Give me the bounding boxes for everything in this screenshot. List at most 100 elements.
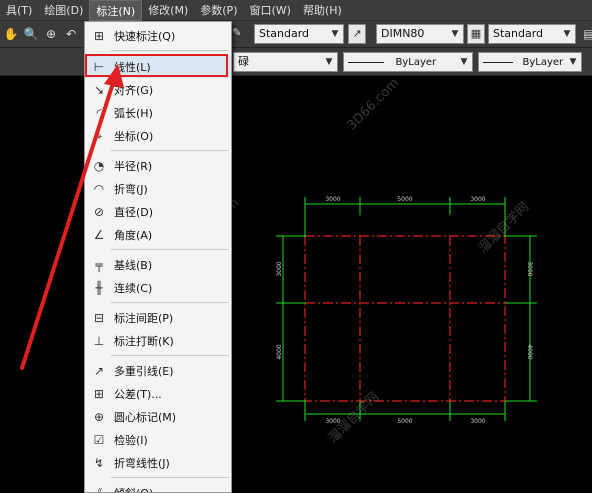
text-style-value: Standard — [259, 27, 310, 40]
menu-separator — [111, 50, 229, 51]
menu-help[interactable]: 帮助(H) — [297, 0, 348, 21]
table-style-select[interactable]: Standard ▼ — [488, 24, 576, 44]
chevron-down-icon: ▼ — [460, 57, 468, 67]
dimension-dropdown-menu: ⊞ 快速标注(Q) ⊢ 线性(L) ↘ 对齐(G) ◜ 弧长(H) ⌖ 坐标(O… — [84, 21, 232, 493]
inspection-icon: ☑ — [93, 433, 105, 447]
menu-item-oblique[interactable]: ⫽ 倾斜(Q) — [85, 482, 231, 493]
chevron-down-icon: ▼ — [325, 57, 333, 67]
menu-item-diameter[interactable]: ⊘ 直径(D) — [85, 201, 231, 223]
menu-item-label: 标注打断(K) — [114, 335, 174, 348]
aligned-dimension-icon: ↘ — [93, 83, 105, 97]
dim-text-bottom-2: 5000 — [397, 418, 412, 425]
menu-separator — [111, 150, 229, 151]
menu-bar: 具(T) 绘图(D) 标注(N) 修改(M) 参数(P) 窗口(W) 帮助(H) — [0, 0, 592, 21]
menu-item-inspection[interactable]: ☑ 检验(I) — [85, 429, 231, 451]
zoom-realtime-icon[interactable]: 🔍 — [22, 25, 40, 43]
linetype-sample — [348, 61, 384, 63]
dim-text-right-1: 3000 — [526, 261, 533, 276]
menu-item-multileader[interactable]: ↗ 多重引线(E) — [85, 360, 231, 382]
continue-icon: ╫ — [95, 281, 103, 295]
menu-item-label: 连续(C) — [114, 282, 153, 295]
dim-text-top-1: 3000 — [325, 196, 340, 203]
menu-item-baseline[interactable]: ╤ 基线(B) — [85, 254, 231, 276]
dim-style-icon[interactable]: ↗ — [348, 24, 366, 44]
menu-item-label: 对齐(G) — [114, 84, 154, 97]
menu-item-aligned[interactable]: ↘ 对齐(G) — [85, 79, 231, 101]
jogged-linear-icon: ↯ — [93, 456, 105, 470]
menu-item-label: 倾斜(Q) — [114, 485, 153, 492]
lineweight-sample — [483, 61, 513, 63]
oblique-icon: ⫽ — [96, 485, 102, 493]
axis-grid — [304, 235, 506, 402]
menu-separator — [111, 355, 229, 356]
pan-icon[interactable]: ✋ — [2, 25, 20, 43]
linetype-value: ByLayer — [395, 57, 437, 68]
menu-modify[interactable]: 修改(M) — [142, 0, 194, 21]
radius-icon: ◔ — [93, 159, 105, 173]
menu-item-jogged-linear[interactable]: ↯ 折弯线性(J) — [85, 452, 231, 474]
menu-dimension[interactable]: 标注(N) — [89, 0, 143, 21]
chevron-down-icon: ▼ — [569, 57, 577, 67]
menu-window[interactable]: 窗口(W) — [243, 0, 296, 21]
dim-text-right-2: 4000 — [526, 344, 533, 359]
quick-dimension-icon: ⊞ — [93, 29, 105, 43]
text-style-icon[interactable]: ✎ — [232, 24, 242, 44]
menu-item-label: 公差(T)... — [114, 388, 162, 401]
dim-style-select[interactable]: DIMN80 ▼ — [376, 24, 464, 44]
menu-item-label: 坐标(O) — [114, 130, 154, 143]
chevron-down-icon: ▼ — [451, 29, 459, 39]
grid-outline — [304, 235, 506, 402]
dim-text-top-3: 3000 — [470, 196, 485, 203]
menu-parametric[interactable]: 参数(P) — [194, 0, 243, 21]
menu-item-label: 直径(D) — [114, 206, 154, 219]
layer-select[interactable]: 碌 ▼ — [233, 52, 338, 72]
view-tools: ✋ 🔍 ⊕ ↶ — [2, 25, 80, 43]
menu-item-label: 半径(R) — [114, 160, 153, 173]
menu-item-quick-dimension[interactable]: ⊞ 快速标注(Q) — [85, 25, 231, 47]
menu-item-label: 多重引线(E) — [114, 365, 174, 378]
text-style-select[interactable]: Standard ▼ — [254, 24, 344, 44]
jogged-icon: ◠ — [93, 182, 105, 196]
highlight-box — [85, 54, 228, 77]
menu-item-tolerance[interactable]: ⊞ 公差(T)... — [85, 383, 231, 405]
menu-item-label: 基线(B) — [114, 259, 153, 272]
menu-item-label: 检验(I) — [114, 434, 148, 447]
menu-item-continue[interactable]: ╫ 连续(C) — [85, 277, 231, 299]
zoom-previous-icon[interactable]: ↶ — [62, 25, 80, 43]
chevron-down-icon: ▼ — [331, 29, 339, 39]
ordinate-icon: ⌖ — [95, 128, 103, 143]
menu-item-radius[interactable]: ◔ 半径(R) — [85, 155, 231, 177]
menu-item-jogged[interactable]: ◠ 折弯(J) — [85, 178, 231, 200]
menu-separator — [111, 249, 229, 250]
menu-item-label: 弧长(H) — [114, 107, 153, 120]
table-tool-icon[interactable]: ▤ — [580, 25, 592, 43]
menu-separator — [111, 302, 229, 303]
menu-separator — [111, 477, 229, 478]
tolerance-icon: ⊞ — [93, 387, 105, 401]
zoom-window-icon[interactable]: ⊕ — [42, 25, 60, 43]
linetype-select[interactable]: ByLayer ▼ — [343, 52, 473, 72]
menu-item-label: 快速标注(Q) — [114, 30, 176, 43]
dimension-space-icon: ⊟ — [93, 311, 105, 325]
menu-tools[interactable]: 具(T) — [0, 0, 38, 21]
multileader-icon: ↗ — [93, 364, 105, 378]
lineweight-select[interactable]: ByLayer ▼ — [478, 52, 582, 72]
lineweight-value: ByLayer — [522, 57, 564, 68]
table-style-icon[interactable]: ▦ — [467, 24, 485, 44]
menu-item-arc-length[interactable]: ◜ 弧长(H) — [85, 102, 231, 124]
chevron-down-icon: ▼ — [563, 29, 571, 39]
menu-item-dimension-break[interactable]: ⊥ 标注打断(K) — [85, 330, 231, 352]
menu-item-ordinate[interactable]: ⌖ 坐标(O) — [85, 125, 231, 147]
dim-style-value: DIMN80 — [381, 27, 425, 40]
dim-text-top-2: 5000 — [397, 196, 412, 203]
menu-item-dimension-space[interactable]: ⊟ 标注间距(P) — [85, 307, 231, 329]
menu-item-center-mark[interactable]: ⊕ 圆心标记(M) — [85, 406, 231, 428]
arc-length-icon: ◜ — [96, 106, 102, 120]
angular-icon: ∠ — [93, 228, 105, 242]
menu-item-label: 折弯线性(J) — [114, 457, 170, 470]
menu-draw[interactable]: 绘图(D) — [38, 0, 89, 21]
center-mark-icon: ⊕ — [93, 410, 105, 424]
menu-item-label: 角度(A) — [114, 229, 153, 242]
menu-item-label: 圆心标记(M) — [114, 411, 177, 424]
menu-item-angular[interactable]: ∠ 角度(A) — [85, 224, 231, 246]
